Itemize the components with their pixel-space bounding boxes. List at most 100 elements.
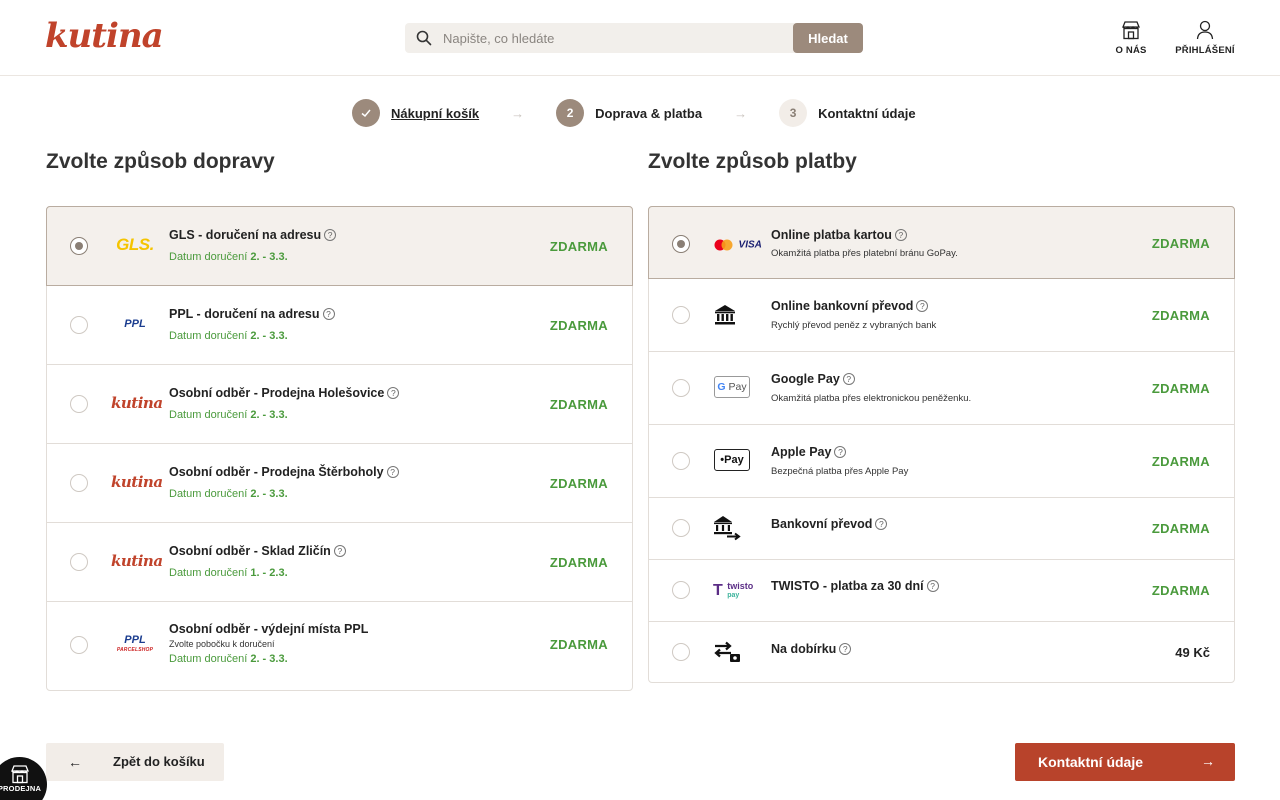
about-link[interactable]: O NÁS	[1113, 19, 1149, 56]
step-label: Doprava & platba	[595, 105, 703, 121]
radio-button[interactable]	[70, 237, 88, 255]
radio-button[interactable]	[70, 395, 88, 413]
twisto-text: twisto	[727, 581, 754, 591]
option-subtitle: Rychlý převod peněz z vybraných bank	[771, 320, 937, 331]
store-badge[interactable]: PRODEJNA	[0, 757, 47, 800]
radio-button[interactable]	[70, 316, 88, 334]
visa-text: VISA	[738, 239, 762, 251]
ppl-logo-text: PPL	[124, 318, 146, 330]
help-icon[interactable]: ?	[386, 466, 399, 478]
shipping-option-ppl[interactable]: PPL PPL - doručení na adresu? Datum doru…	[47, 286, 632, 365]
delivery-date: Datum doručení 2. - 3.3.	[169, 653, 288, 665]
help-icon[interactable]: ?	[333, 545, 346, 557]
kutina-logo[interactable]: kutina	[45, 16, 164, 56]
about-label: O NÁS	[1115, 45, 1147, 56]
search-bar: Hledat	[405, 23, 863, 53]
back-to-cart-button[interactable]: ← Zpět do košíku	[46, 743, 224, 781]
radio-button[interactable]	[672, 235, 690, 253]
kutina-logo: kutina	[111, 394, 163, 412]
radio-button[interactable]	[672, 519, 690, 537]
delivery-date: Datum doručení 2. - 3.3.	[169, 251, 288, 263]
shipping-option-zlicin[interactable]: kutina Osobní odběr - Sklad Zličín? Datu…	[47, 523, 632, 602]
check-icon	[352, 99, 380, 127]
radio-button[interactable]	[672, 581, 690, 599]
date-value: 2. - 3.3.	[250, 653, 288, 665]
price: ZDARMA	[1151, 521, 1210, 536]
help-icon[interactable]: ?	[322, 308, 335, 320]
login-link[interactable]: PŘIHLÁŠENÍ	[1170, 19, 1240, 56]
option-subtitle: Zvolte pobočku k doručení	[169, 639, 275, 649]
option-name-text: Osobní odběr - Sklad Zličín	[169, 544, 331, 558]
twisto-t-icon: T	[713, 582, 723, 599]
twisto-sub-text: pay	[727, 592, 740, 599]
login-label: PŘIHLÁŠENÍ	[1175, 45, 1235, 56]
price: ZDARMA	[1151, 308, 1210, 323]
shipping-option-ppl-parcelshop[interactable]: PPL PARCELSHOP Osobní odběr - výdejní mís…	[47, 602, 632, 689]
ppl-logo: PPL	[111, 318, 159, 330]
help-icon[interactable]: ?	[926, 580, 939, 592]
help-icon[interactable]: ?	[842, 373, 855, 385]
delivery-date: Datum doručení 1. - 2.3.	[169, 567, 288, 579]
payment-option-bank-transfer[interactable]: Bankovní převod? ZDARMA	[649, 498, 1234, 560]
help-icon[interactable]: ?	[834, 446, 847, 458]
shipping-option-sterboholy[interactable]: kutina Osobní odběr - Prodejna Štěrbohol…	[47, 444, 632, 523]
apple-pay-logo: •Pay	[713, 449, 751, 471]
date-prefix: Datum doručení	[169, 409, 248, 421]
shipping-options: GLS. GLS - doručení na adresu? Datum dor…	[46, 206, 633, 691]
radio-button[interactable]	[70, 636, 88, 654]
step-cart[interactable]: Nákupní košík	[352, 99, 479, 127]
price: ZDARMA	[1151, 583, 1210, 598]
radio-button[interactable]	[70, 553, 88, 571]
payment-options: VISA Online platba kartou? Okamžitá plat…	[648, 206, 1235, 683]
shipping-option-gls[interactable]: GLS. GLS - doručení na adresu? Datum dor…	[46, 206, 633, 286]
payment-option-name: Online bankovní převod?	[771, 299, 929, 313]
contact-details-button[interactable]: Kontaktní údaje →	[1015, 743, 1235, 781]
payment-option-name: Na dobírku?	[771, 642, 852, 656]
parcelshop-text: PARCELSHOP	[116, 647, 154, 653]
site-header: kutina Hledat O NÁS PŘIHLÁŠENÍ	[0, 0, 1280, 76]
radio-button[interactable]	[672, 643, 690, 661]
help-icon[interactable]: ?	[916, 300, 929, 312]
price: ZDARMA	[549, 397, 608, 412]
radio-button[interactable]	[70, 474, 88, 492]
search-button[interactable]: Hledat	[793, 23, 863, 53]
help-icon[interactable]: ?	[894, 229, 907, 241]
gls-logo-text: GLS	[116, 235, 150, 254]
date-prefix: Datum doručení	[169, 653, 248, 665]
payment-option-name: Apple Pay?	[771, 445, 847, 459]
price: ZDARMA	[549, 637, 608, 652]
user-icon	[1196, 20, 1214, 40]
next-label: Kontaktní údaje	[1038, 754, 1144, 770]
payment-option-apple-pay[interactable]: •Pay Apple Pay? Bezpečná platba přes App…	[649, 425, 1234, 498]
radio-button[interactable]	[672, 452, 690, 470]
help-icon[interactable]: ?	[875, 518, 888, 530]
payment-option-card[interactable]: VISA Online platba kartou? Okamžitá plat…	[648, 206, 1235, 279]
option-name-text: PPL - doručení na adresu	[169, 307, 320, 321]
payment-option-google-pay[interactable]: G Pay Google Pay? Okamžitá platba přes e…	[649, 352, 1234, 425]
shipping-option-name: GLS - doručení na adresu?	[169, 228, 337, 242]
shipping-title: Zvolte způsob dopravy	[46, 150, 275, 173]
date-prefix: Datum doručení	[169, 567, 248, 579]
gpay-text: Pay	[728, 381, 747, 393]
shipping-option-holesovice[interactable]: kutina Osobní odběr - Prodejna Holešovic…	[47, 365, 632, 444]
payment-option-name: Google Pay?	[771, 372, 855, 386]
apay-text: Pay	[724, 454, 744, 466]
option-name-text: TWISTO - platba za 30 dní	[771, 579, 924, 593]
twisto-logo: T twisto pay	[713, 582, 761, 600]
payment-option-twisto[interactable]: T twisto pay TWISTO - platba za 30 dní? Z…	[649, 560, 1234, 622]
help-icon[interactable]: ?	[324, 229, 337, 241]
step-label: Kontaktní údaje	[818, 105, 916, 121]
radio-button[interactable]	[672, 379, 690, 397]
search-input[interactable]	[443, 23, 793, 53]
payment-option-online-bank[interactable]: Online bankovní převod? Rychlý převod pe…	[649, 279, 1234, 352]
option-name-text: Online bankovní převod	[771, 299, 914, 313]
ppl-parcelshop-logo: PPL PARCELSHOP	[111, 635, 159, 655]
payment-option-cash-on-delivery[interactable]: Na dobírku? 49 Kč	[649, 622, 1234, 682]
mastercard-visa-logo: VISA	[714, 236, 762, 254]
help-icon[interactable]: ?	[839, 643, 852, 655]
help-icon[interactable]: ?	[387, 387, 400, 399]
option-name-text: Na dobírku	[771, 642, 837, 656]
radio-button[interactable]	[672, 306, 690, 324]
bank-icon	[715, 305, 735, 325]
step-number: 2	[556, 99, 585, 127]
